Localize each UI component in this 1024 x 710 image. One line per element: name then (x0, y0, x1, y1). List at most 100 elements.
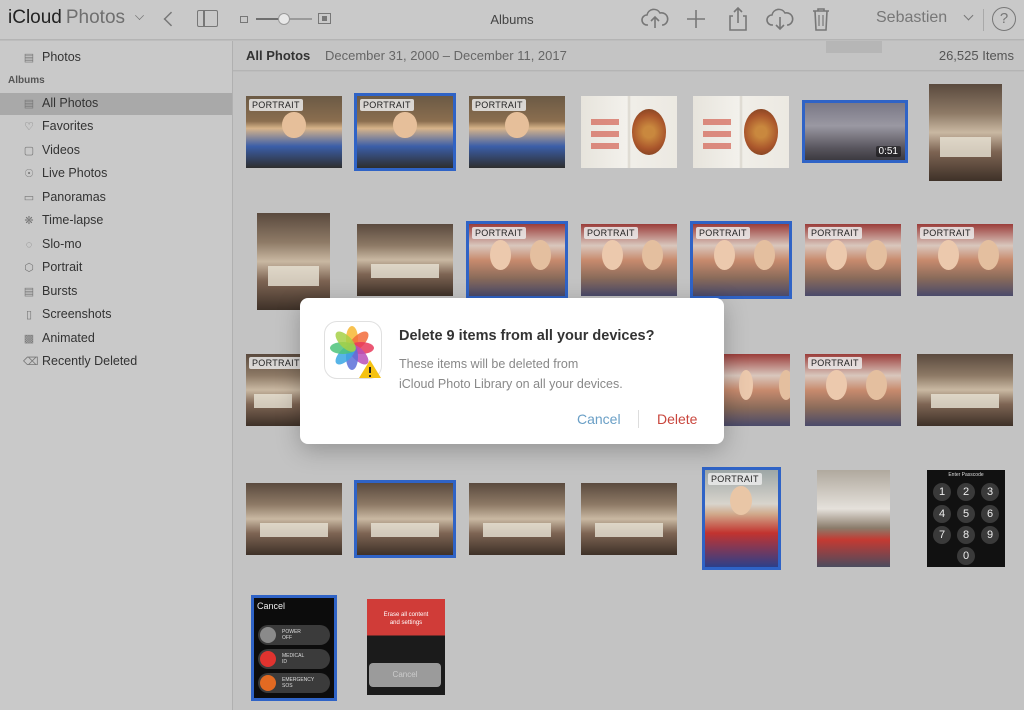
video-thumbnail-selected[interactable]: 0:51 (802, 100, 908, 163)
sidebar-item-label: Portrait (42, 260, 83, 274)
screenshot-thumbnail[interactable]: Erase all content and settings Cancel (367, 599, 445, 695)
photos-app-icon (324, 321, 382, 379)
sidebar-item-label: All Photos (42, 96, 99, 110)
delete-button[interactable]: Delete (657, 411, 697, 427)
portrait-badge: PORTRAIT (249, 357, 300, 369)
sidebar-toggle-icon[interactable] (197, 10, 218, 27)
upload-cloud-icon[interactable] (641, 6, 669, 32)
photo-thumbnail[interactable] (929, 84, 1002, 181)
panorama-icon: ▭ (23, 192, 35, 204)
photo-thumbnail-selected[interactable] (354, 480, 456, 558)
slo-mo-icon: ◌ (25, 239, 33, 251)
keypad-key: 9 (981, 526, 999, 544)
keypad-key: 8 (957, 526, 975, 544)
sidebar-item-label: Screenshots (42, 307, 112, 321)
photo-thumbnail[interactable]: PORTRAIT (917, 224, 1013, 296)
zoom-slider[interactable] (256, 13, 312, 25)
back-chevron-icon[interactable] (163, 11, 179, 27)
medical-asterisk-icon (260, 651, 276, 667)
dialog-title: Delete 9 items from all your devices? (399, 328, 655, 344)
watch-medical-id-row: MEDICAL ID (258, 649, 330, 669)
sidebar-item-recently-deleted[interactable]: ⌫ Recently Deleted (0, 351, 232, 373)
sidebar-item-animated[interactable]: ▩ Animated (0, 328, 232, 350)
photo-thumbnail[interactable]: PORTRAIT (805, 354, 901, 426)
portrait-badge: PORTRAIT (360, 99, 414, 111)
sidebar-item-label: Favorites (42, 119, 94, 133)
plus-icon[interactable] (682, 6, 710, 32)
dialog-message-line1: These items will be deleted from (399, 357, 579, 371)
sidebar-item-all-photos[interactable]: ▤ All Photos (0, 93, 232, 115)
chevron-down-icon (963, 10, 974, 21)
sidebar-item-label: Live Photos (42, 166, 108, 180)
photo-thumbnail[interactable]: PORTRAIT (581, 224, 677, 296)
photo-thumbnail-selected[interactable]: PORTRAIT (690, 221, 792, 299)
portrait-badge: PORTRAIT (249, 99, 303, 111)
trash-icon[interactable] (807, 6, 835, 32)
sidebar-section-albums: Albums (8, 75, 45, 86)
watch-row-text: EMERGENCY SOS (282, 677, 314, 689)
photo-thumbnail[interactable] (581, 96, 677, 168)
screenshot-thumbnail-selected[interactable]: Cancel POWER OFF MEDICAL ID EMERGENCY SOS (251, 595, 337, 701)
delete-confirmation-dialog: Delete 9 items from all your devices? Th… (300, 298, 724, 444)
erase-line1: Erase all content (383, 612, 429, 618)
photo-thumbnail[interactable] (917, 354, 1013, 426)
keypad-key: 4 (933, 505, 951, 523)
photo-thumbnail[interactable]: PORTRAIT (805, 224, 901, 296)
sidebar-item-favorites[interactable]: ♡ Favorites (0, 116, 232, 138)
portrait-badge: PORTRAIT (584, 227, 638, 239)
photo-thumbnail[interactable]: PORTRAIT (469, 96, 565, 168)
sidebar-item-photos[interactable]: ▤ Photos (0, 47, 232, 69)
zoom-slider-knob[interactable] (278, 13, 290, 25)
sidebar-item-time-lapse[interactable]: ❋ Time-lapse (0, 210, 232, 232)
photo-thumbnail-selected[interactable]: PORTRAIT (466, 221, 568, 299)
video-duration: 0:51 (875, 146, 901, 157)
sidebar-item-panoramas[interactable]: ▭ Panoramas (0, 187, 232, 209)
sidebar-item-videos[interactable]: ▢ Videos (0, 140, 232, 162)
scroll-indicator[interactable] (826, 41, 882, 53)
cancel-button[interactable]: Cancel (577, 411, 621, 427)
screenshot-thumbnail[interactable]: Enter Passcode 1 2 3 4 5 6 7 8 9 0 (927, 470, 1005, 567)
sidebar-item-slo-mo[interactable]: ◌ Slo-mo (0, 234, 232, 256)
zoom-in-icon[interactable] (318, 13, 331, 24)
help-button[interactable]: ? (992, 7, 1016, 31)
sidebar-item-label: Animated (42, 331, 95, 345)
watch-row-line2: ID (282, 659, 287, 665)
photo-thumbnail[interactable] (724, 354, 790, 426)
sidebar-item-portrait[interactable]: ⬡ Portrait (0, 257, 232, 279)
user-menu[interactable]: Sebastien (876, 9, 947, 27)
photo-thumbnail[interactable] (246, 483, 342, 555)
chevron-down-icon (135, 11, 144, 20)
sidebar-item-live-photos[interactable]: ☉ Live Photos (0, 163, 232, 185)
trash-icon: ⌫ (23, 356, 39, 368)
photo-thumbnail[interactable] (581, 483, 677, 555)
photo-thumbnail-selected[interactable]: PORTRAIT (354, 93, 456, 171)
sidebar-item-bursts[interactable]: ▤ Bursts (0, 281, 232, 303)
portrait-badge: PORTRAIT (472, 99, 526, 111)
sos-icon (260, 675, 276, 691)
portrait-badge: PORTRAIT (696, 227, 750, 239)
video-camera-icon: ▢ (23, 145, 35, 157)
photo-thumbnail[interactable] (257, 213, 330, 310)
photo-thumbnail[interactable]: PORTRAIT (246, 354, 300, 426)
download-cloud-icon[interactable] (766, 6, 794, 32)
portrait-badge: PORTRAIT (808, 357, 862, 369)
portrait-badge: PORTRAIT (920, 227, 974, 239)
sidebar-item-screenshots[interactable]: ▯ Screenshots (0, 304, 232, 326)
app-brand[interactable]: iCloud Photos (8, 7, 144, 29)
toolbar: iCloud Photos Albums Sebastien ? (0, 0, 1024, 40)
portrait-cube-icon: ⬡ (24, 262, 34, 274)
keypad-key: 0 (957, 547, 975, 565)
share-icon[interactable] (724, 6, 752, 32)
photo-thumbnail-selected[interactable]: PORTRAIT (702, 467, 781, 570)
photo-thumbnail[interactable]: PORTRAIT (246, 96, 342, 168)
photo-thumbnail[interactable] (817, 470, 890, 567)
watch-row-text: POWER OFF (282, 629, 301, 641)
photo-thumbnail[interactable] (357, 224, 453, 296)
photo-thumbnail[interactable] (693, 96, 789, 168)
photo-thumbnail[interactable] (469, 483, 565, 555)
zoom-out-icon[interactable] (240, 16, 248, 23)
keypad-key: 3 (981, 483, 999, 501)
erase-cancel-button: Cancel (369, 663, 441, 687)
toolbar-divider (983, 9, 984, 31)
brand-icloud: iCloud (8, 7, 62, 28)
